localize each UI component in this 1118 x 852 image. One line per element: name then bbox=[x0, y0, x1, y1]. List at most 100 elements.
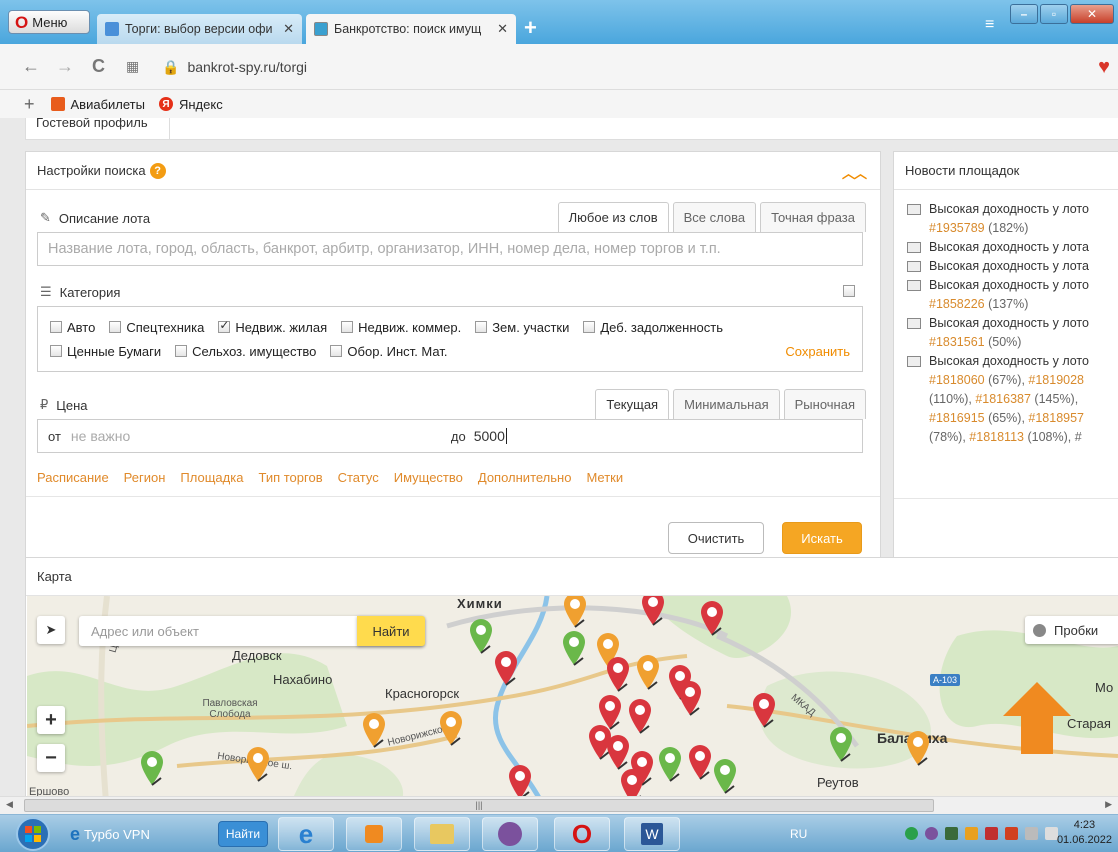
price-from-input[interactable]: не важно bbox=[71, 428, 451, 444]
scrollbar-thumb[interactable]: ||| bbox=[24, 799, 934, 812]
word-icon[interactable]: W bbox=[624, 817, 680, 851]
maximize-button[interactable]: ▫ bbox=[1040, 4, 1068, 24]
map-marker-pin-icon[interactable] bbox=[605, 734, 631, 770]
tray-app-icon[interactable] bbox=[1005, 827, 1018, 840]
reload-icon[interactable]: C bbox=[92, 56, 105, 77]
map-marker-pin-icon[interactable] bbox=[687, 744, 713, 780]
close-icon[interactable]: ✕ bbox=[497, 21, 508, 37]
geolocate-arrow-icon[interactable]: ➤ bbox=[37, 616, 65, 644]
map-marker-pin-icon[interactable] bbox=[507, 764, 533, 800]
zoom-in-button[interactable]: + bbox=[37, 706, 65, 734]
tab-bankrot[interactable]: Банкротство: поиск имущ ✕ bbox=[306, 14, 516, 44]
tray-network-icon[interactable] bbox=[1025, 827, 1038, 840]
map-marker-pin-icon[interactable] bbox=[627, 698, 653, 734]
checkbox[interactable] bbox=[218, 318, 231, 333]
category-checkbox-item[interactable]: Недвиж. коммер. bbox=[341, 320, 461, 335]
tab-torgi[interactable]: Торги: выбор версии офи ✕ bbox=[97, 14, 302, 44]
opera-menu-button[interactable]: O Меню bbox=[8, 10, 90, 34]
category-checkbox-item[interactable]: Деб. задолженность bbox=[583, 320, 723, 335]
map-marker-pin-icon[interactable] bbox=[699, 600, 725, 636]
start-button[interactable] bbox=[8, 817, 58, 851]
news-lot-link[interactable]: #1818113 bbox=[969, 430, 1024, 444]
match-exact-phrase-tab[interactable]: Точная фраза bbox=[760, 202, 866, 232]
language-indicator[interactable]: RU bbox=[790, 827, 807, 841]
map-marker-pin-icon[interactable] bbox=[605, 656, 631, 692]
filter-link[interactable]: Тип торгов bbox=[258, 470, 322, 485]
search-button[interactable]: Искать bbox=[782, 522, 862, 554]
news-text[interactable]: Высокая доходность у лота bbox=[929, 259, 1089, 273]
checkbox[interactable] bbox=[50, 321, 62, 333]
price-market-tab[interactable]: Рыночная bbox=[783, 389, 866, 419]
ie-taskbar-icon[interactable]: e bbox=[278, 817, 334, 851]
tray-status-icon[interactable] bbox=[905, 827, 918, 840]
add-bookmark-icon[interactable]: + bbox=[24, 94, 35, 115]
match-all-words-tab[interactable]: Все слова bbox=[672, 202, 757, 232]
bookmark-yandex[interactable]: Я Яндекс bbox=[158, 97, 223, 112]
speed-dial-grid-icon[interactable]: ▦ bbox=[126, 58, 139, 75]
map-view[interactable]: Химки Дедовск Нахабино Красногорск Павло… bbox=[27, 596, 1118, 814]
map-marker-pin-icon[interactable] bbox=[361, 712, 387, 748]
category-checkbox-item[interactable]: Зем. участки bbox=[475, 320, 569, 335]
news-text[interactable]: Высокая доходность у лото bbox=[929, 278, 1089, 292]
news-text[interactable]: Высокая доходность у лото bbox=[929, 354, 1089, 368]
close-window-button[interactable]: ✕ bbox=[1070, 4, 1114, 24]
heart-bookmark-icon[interactable]: ♥ bbox=[1098, 56, 1110, 79]
traffic-button[interactable]: Пробки bbox=[1025, 616, 1118, 644]
filter-link[interactable]: Дополнительно bbox=[478, 470, 572, 485]
checkbox[interactable] bbox=[175, 345, 188, 357]
news-text[interactable]: Высокая доходность у лото bbox=[929, 202, 1089, 216]
collapse-chevron-icon[interactable]: ︿︿ bbox=[842, 163, 867, 182]
map-marker-pin-icon[interactable] bbox=[438, 710, 464, 746]
price-min-tab[interactable]: Минимальная bbox=[673, 389, 780, 419]
save-categories-link[interactable]: Сохранить bbox=[785, 344, 850, 359]
map-marker-pin-icon[interactable] bbox=[677, 680, 703, 716]
filter-link[interactable]: Статус bbox=[338, 470, 379, 485]
horizontal-scrollbar[interactable]: ◀ ||| ▶ bbox=[0, 796, 1118, 814]
match-any-words-tab[interactable]: Любое из слов bbox=[557, 202, 669, 232]
category-checkbox-item[interactable]: Сельхоз. имущество bbox=[175, 344, 316, 359]
price-to-input[interactable]: 5000 bbox=[474, 428, 507, 444]
scroll-right-icon[interactable]: ▶ bbox=[1105, 799, 1112, 810]
tray-flag-icon[interactable] bbox=[985, 827, 998, 840]
map-marker-pin-icon[interactable] bbox=[493, 650, 519, 686]
news-text[interactable]: Высокая доходность у лота bbox=[929, 240, 1089, 254]
category-checkbox-item[interactable]: Авто bbox=[50, 320, 95, 335]
url-field[interactable]: 🔒 bankrot-spy.ru/torgi bbox=[162, 53, 1082, 81]
price-current-tab[interactable]: Текущая bbox=[595, 389, 670, 419]
map-marker-pin-icon[interactable] bbox=[640, 596, 666, 626]
map-marker-pin-icon[interactable] bbox=[751, 692, 777, 728]
news-lot-link[interactable]: #1818957 bbox=[1028, 411, 1084, 425]
map-marker-pin-icon[interactable] bbox=[562, 596, 588, 628]
checkbox[interactable] bbox=[109, 321, 122, 333]
filter-link[interactable]: Регион bbox=[124, 470, 166, 485]
taskbar-search-button[interactable]: Найти bbox=[218, 821, 268, 847]
map-marker-pin-icon[interactable] bbox=[712, 758, 738, 794]
map-marker-pin-icon[interactable] bbox=[657, 746, 683, 782]
filter-link[interactable]: Метки bbox=[586, 470, 623, 485]
viber-icon[interactable] bbox=[482, 817, 538, 851]
news-text[interactable]: Высокая доходность у лото bbox=[929, 316, 1089, 330]
map-marker-pin-icon[interactable] bbox=[139, 750, 165, 786]
tray-viber-icon[interactable] bbox=[925, 827, 938, 840]
vpn-app[interactable]: e Турбо VPN bbox=[66, 817, 206, 851]
forward-arrow-icon[interactable]: → bbox=[56, 56, 74, 77]
new-tab-plus-icon[interactable]: + bbox=[524, 17, 537, 39]
news-lot-link[interactable]: #1935789 bbox=[929, 221, 985, 235]
map-marker-pin-icon[interactable] bbox=[635, 654, 661, 690]
news-lot-link[interactable]: #1816915 bbox=[929, 411, 985, 425]
category-checkbox-item[interactable]: Обор. Инст. Мат. bbox=[330, 344, 447, 359]
opera-taskbar-icon[interactable]: O bbox=[554, 817, 610, 851]
category-checkbox-item[interactable]: Спецтехника bbox=[109, 320, 204, 335]
map-marker-pin-icon[interactable] bbox=[468, 618, 494, 654]
map-marker-pin-icon[interactable] bbox=[561, 630, 587, 666]
clear-button[interactable]: Очистить bbox=[668, 522, 764, 554]
map-find-button[interactable]: Найти bbox=[357, 616, 425, 646]
guest-profile-tab[interactable]: Гостевой профиль bbox=[25, 118, 170, 140]
close-icon[interactable]: ✕ bbox=[283, 21, 294, 37]
tray-app-icon[interactable] bbox=[965, 827, 978, 840]
news-lot-link[interactable]: #1858226 bbox=[929, 297, 985, 311]
news-lot-link[interactable]: #1816387 bbox=[975, 392, 1031, 406]
news-lot-link[interactable]: #1818060 bbox=[929, 373, 985, 387]
tray-app-icon[interactable] bbox=[945, 827, 958, 840]
filter-link[interactable]: Расписание bbox=[37, 470, 109, 485]
